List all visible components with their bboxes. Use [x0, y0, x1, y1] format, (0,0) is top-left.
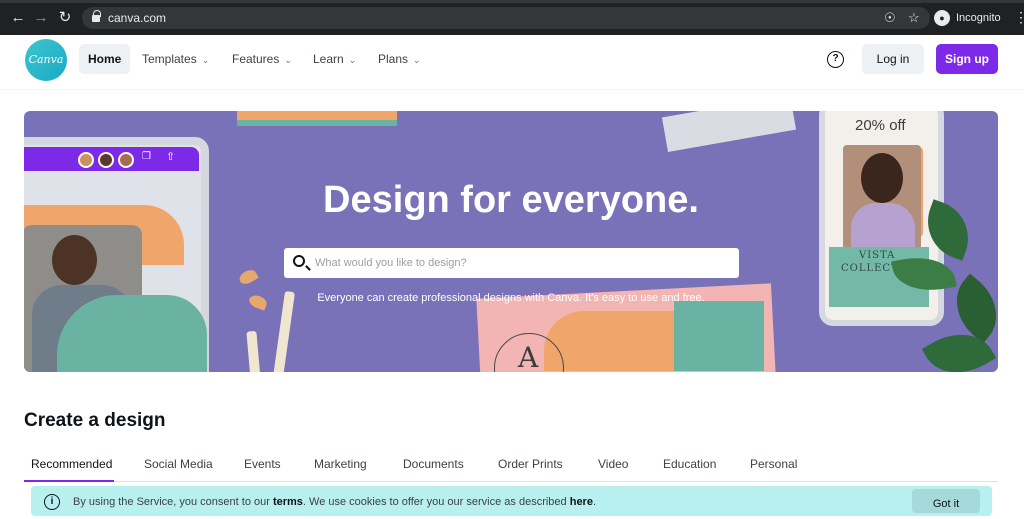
header-divider: [0, 89, 1024, 90]
help-icon[interactable]: ?: [827, 51, 844, 68]
decor-tape: [661, 111, 797, 153]
here-link[interactable]: here: [570, 496, 593, 508]
eye-slash-icon[interactable]: ☉: [884, 10, 896, 26]
decor-shaving: [237, 267, 259, 287]
star-icon[interactable]: ☆: [908, 10, 920, 26]
address-bar[interactable]: canva.com ☉ ☆: [82, 7, 930, 29]
tab-documents[interactable]: Documents: [403, 457, 464, 481]
active-tab-indicator: [24, 480, 114, 482]
got-it-button[interactable]: Got it: [912, 489, 980, 513]
tablet-toolbar: ❐ ⇧: [24, 147, 199, 171]
incognito-label: Incognito: [956, 12, 1001, 24]
browser-menu-icon[interactable]: ⋮: [1014, 9, 1024, 26]
phone-text-line1: VISTA: [859, 250, 896, 261]
nav-templates[interactable]: Templates ⌄: [142, 44, 209, 74]
collaborator-avatar: [98, 152, 114, 168]
tab-social-media[interactable]: Social Media: [144, 457, 213, 481]
forward-arrow-icon[interactable]: →: [33, 10, 49, 26]
tab-strip: [0, 0, 1024, 3]
cookie-banner: i By using the Service, you consent to o…: [31, 486, 992, 516]
signup-button[interactable]: Sign up: [936, 44, 998, 74]
back-arrow-icon[interactable]: ←: [10, 10, 26, 26]
phone-collection-text: VISTA COLLECT: [841, 249, 899, 275]
cookie-text: By using the Service, you consent to our…: [73, 496, 596, 508]
decor-pencil: [246, 330, 268, 372]
chevron-down-icon: ⌄: [284, 55, 292, 65]
chevron-down-icon: ⌄: [348, 55, 357, 65]
collaborator-avatar: [118, 152, 134, 168]
info-icon: i: [44, 494, 60, 510]
canva-logo[interactable]: Canva: [25, 39, 67, 81]
decor-card-shape: [674, 301, 764, 371]
nav-features[interactable]: Features ⌄: [232, 44, 292, 74]
section-heading: Create a design: [24, 410, 166, 431]
hero-subtitle: Everyone can create professional designs…: [317, 292, 705, 304]
nav-features-label: Features: [232, 52, 280, 66]
nav-templates-label: Templates: [142, 52, 197, 66]
decor-tablet: ❐ ⇧: [24, 137, 209, 372]
cookie-text-part: By using the Service, you consent to our: [73, 496, 273, 508]
hero-title: Design for everyone.: [323, 179, 699, 221]
nav-learn[interactable]: Learn ⌄: [313, 44, 356, 74]
copy-icon: ❐: [142, 151, 151, 162]
design-search[interactable]: [284, 248, 739, 278]
nav-home-label: Home: [88, 52, 122, 66]
decor-letter: A: [518, 341, 539, 372]
tab-video[interactable]: Video: [598, 457, 628, 481]
tab-marketing[interactable]: Marketing: [314, 457, 367, 481]
nav-plans-label: Plans: [378, 52, 409, 66]
nav-home[interactable]: Home: [79, 44, 131, 74]
reload-icon[interactable]: ↻: [57, 10, 73, 26]
phone-text-line2: COLLECT: [841, 263, 899, 274]
share-icon: ⇧: [166, 151, 176, 163]
site-header: Canva Home Templates ⌄ Features ⌄ Learn ⌄ P…: [0, 35, 1024, 87]
lock-icon: [92, 10, 101, 23]
tab-personal[interactable]: Personal: [750, 457, 797, 481]
nav-plans[interactable]: Plans ⌄: [378, 44, 421, 74]
incognito-profile[interactable]: ● Incognito: [934, 8, 1004, 28]
hero-banner: ❐ ⇧ A 20% off VISTA COLLECT Design for e…: [24, 111, 998, 372]
tab-order-prints[interactable]: Order Prints: [498, 457, 563, 481]
cookie-text-part: .: [592, 496, 597, 508]
browser-chrome: ← → ↻ canva.com ☉ ☆ ● Incognito ⋮: [0, 0, 1024, 35]
cookie-text-part: . We use cookies to offer you our servic…: [302, 496, 570, 508]
url-text: canva.com: [108, 11, 167, 25]
chevron-down-icon: ⌄: [413, 55, 421, 65]
search-input[interactable]: [315, 248, 725, 278]
phone-sale-text: 20% off: [855, 117, 906, 134]
incognito-icon: ●: [934, 10, 950, 26]
tab-recommended[interactable]: Recommended: [31, 457, 112, 481]
collaborator-avatar: [78, 152, 94, 168]
tab-education[interactable]: Education: [663, 457, 716, 481]
nav-learn-label: Learn: [313, 52, 344, 66]
tab-events[interactable]: Events: [244, 457, 281, 481]
login-button[interactable]: Log in: [862, 44, 924, 74]
terms-link[interactable]: terms: [273, 496, 303, 508]
decor-shape: [57, 295, 207, 372]
search-icon: [293, 255, 305, 267]
chevron-down-icon: ⌄: [201, 55, 210, 65]
photo-head: [52, 235, 97, 285]
decor-notepad: [237, 111, 397, 126]
tabs-divider: [24, 481, 998, 482]
